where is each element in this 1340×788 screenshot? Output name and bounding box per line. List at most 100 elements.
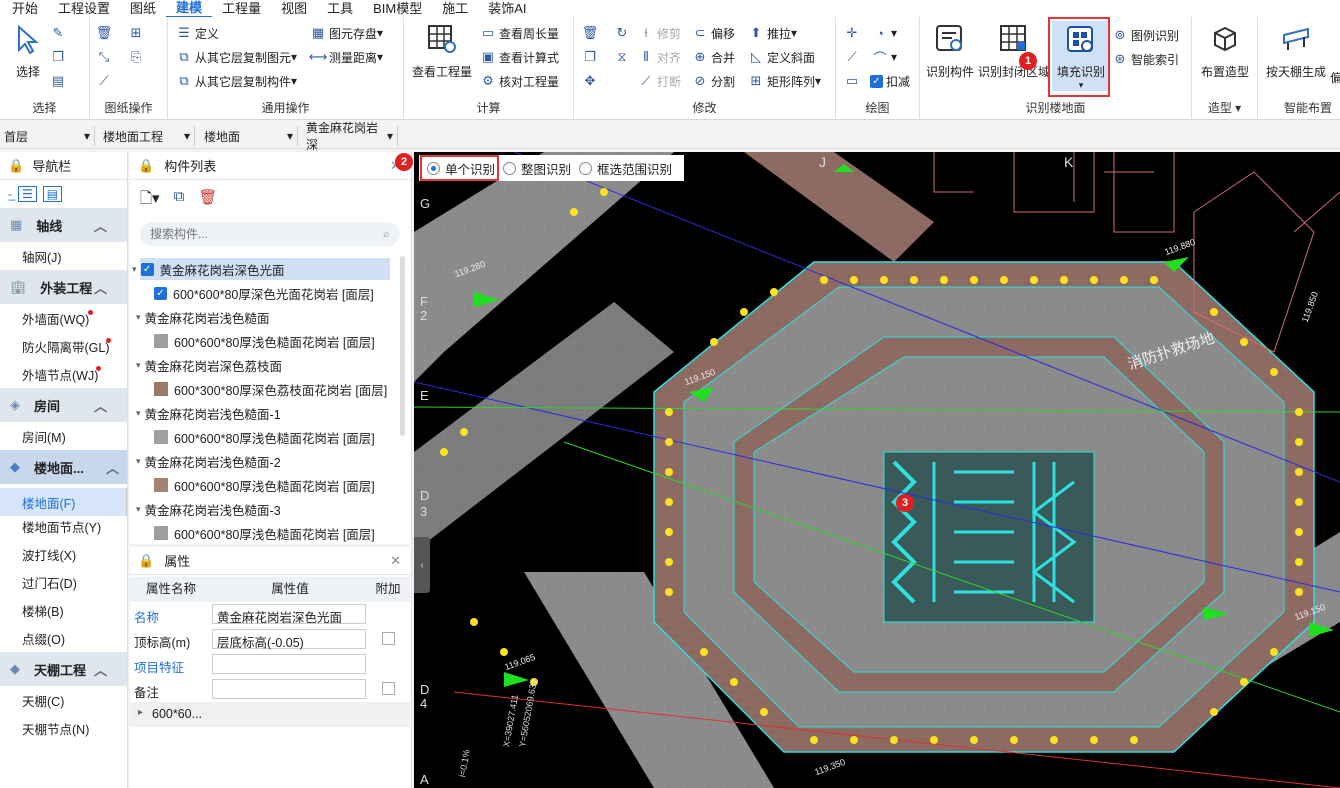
mirror-icon[interactable]: ⧖ xyxy=(614,47,633,67)
tree-group[interactable]: ▾ ✓ 黄金麻花岗岩深色光面 xyxy=(132,258,390,280)
tree-child[interactable]: 600*600*80厚浅色糙面花岗岩 [面层] xyxy=(154,426,375,448)
circle-icon[interactable]: ◔ ▾ xyxy=(872,23,897,43)
store-button[interactable]: ▦ 图元存盘 ▾ xyxy=(310,23,383,43)
ceiling-gen-button[interactable]: 按天棚生成 xyxy=(1264,21,1328,80)
collapse-panel-handle[interactable]: ‹ xyxy=(414,537,430,593)
menu-quantity[interactable]: 工程量 xyxy=(212,0,271,17)
menu-construction[interactable]: 施工 xyxy=(432,0,478,17)
nav-item-ceiling-node[interactable]: 天棚节点(N) xyxy=(0,714,127,742)
menu-project-settings[interactable]: 工程设置 xyxy=(48,0,120,17)
measure-button[interactable]: ⟷ 测量距离 ▾ xyxy=(309,47,383,67)
align-button[interactable]: ⫴ 对齐 xyxy=(638,47,681,67)
nav-cat-floor[interactable]: ◆ 楼地面... ︿ xyxy=(0,450,127,484)
search-input[interactable] xyxy=(150,227,350,241)
checkbox-checked[interactable]: ✓ xyxy=(140,262,154,276)
copy-component-icon[interactable]: ⧉ xyxy=(174,188,185,213)
view-formula-button[interactable]: ▣ 查看计算式 xyxy=(480,47,559,67)
nav-item-threshold[interactable]: 过门石(D) xyxy=(0,568,127,596)
move-icon[interactable]: ✥ xyxy=(582,71,601,91)
offset-button[interactable]: ⊂ 偏移 xyxy=(692,23,735,43)
elevation-value-field[interactable]: 层底标高(-0.05) xyxy=(212,629,366,650)
menu-decoration-ai[interactable]: 装饰AI xyxy=(478,0,536,17)
line-icon[interactable]: ⟋ xyxy=(96,71,115,91)
nav-item-ceiling[interactable]: 天棚(C) xyxy=(0,686,127,714)
menu-drawing[interactable]: 图纸 xyxy=(120,0,166,17)
tree-group[interactable]: ▾ 黄金麻花岗岩浅色糙面-1 xyxy=(130,402,390,424)
pick-icon[interactable]: ✎ xyxy=(50,23,69,43)
nav-item-stairs[interactable]: 楼梯(B) xyxy=(0,596,127,624)
legend-identify-button[interactable]: ⊚ 图例识别 xyxy=(1112,25,1179,45)
tree-child[interactable]: 600*600*80厚浅色糙面花岗岩 [面层] xyxy=(154,330,375,352)
point-icon[interactable]: ✛ xyxy=(844,23,863,43)
extra-button[interactable]: 偏 xyxy=(1330,67,1340,87)
grid-icon[interactable]: ⊞ xyxy=(128,23,147,43)
slope-button[interactable]: ◺ 定义斜面 xyxy=(748,47,815,67)
delete-drawing-icon[interactable]: 🗑 xyxy=(96,23,115,43)
rotate-icon[interactable]: ↻ xyxy=(614,23,633,43)
arc-icon[interactable]: ⌒ ▾ xyxy=(872,47,897,67)
deduct-checkbox[interactable]: ✓ 扣减 xyxy=(870,71,910,91)
push-button[interactable]: ⬆ 推拉 ▾ xyxy=(748,23,798,43)
nav-item-firebreak[interactable]: 防火隔离带(GL) xyxy=(0,332,127,360)
tree-group[interactable]: ▾ 黄金麻花岗岩浅色糙面 xyxy=(130,306,390,328)
trim-button[interactable]: ⟊ 修剪 xyxy=(638,23,681,43)
split-button[interactable]: ⊘ 分割 xyxy=(692,71,735,91)
category-select[interactable]: 楼地面工程 ▾ xyxy=(99,126,195,146)
menu-view[interactable]: 视图 xyxy=(271,0,317,17)
checkbox-checked[interactable]: ✓ xyxy=(154,286,167,300)
nav-cat-ceiling[interactable]: ◆ 天棚工程 ︿ xyxy=(0,652,127,686)
component-select[interactable]: 黄金麻花岗岩深 ▾ xyxy=(302,121,398,152)
copy-icon[interactable]: ❐ xyxy=(50,47,69,67)
component-search[interactable]: ⌕ xyxy=(140,222,400,246)
floor-select[interactable]: 首层 ▾ xyxy=(0,126,95,146)
delete-icon[interactable]: 🗑 xyxy=(582,23,601,43)
expand-arrow-icon[interactable]: ▾ xyxy=(136,408,141,419)
nav-cat-axis[interactable]: ▦ 轴线 ︿ xyxy=(0,208,127,242)
select-button[interactable]: 选择 xyxy=(10,21,46,80)
copy-from-floor-button[interactable]: ⧉ 从其它层复制图元 ▾ xyxy=(176,47,297,67)
rect-icon[interactable]: ▭ xyxy=(844,71,863,91)
break-button[interactable]: ⟋ 打断 xyxy=(638,71,681,91)
box-identify-label[interactable]: 框选范围识别 xyxy=(597,159,672,178)
check-qty-button[interactable]: ⚙ 核对工程量 xyxy=(480,71,559,91)
tree-group[interactable]: ▾ 黄金麻花岗岩浅色糙面-3 xyxy=(130,498,390,520)
cad-canvas[interactable]: 消防扑救场地 G F 2 E D 3 D 4 J K A 119.280 119… xyxy=(414,152,1340,788)
array-button[interactable]: ⊞ 矩形阵列 ▾ xyxy=(748,71,822,91)
close-icon[interactable]: ✕ xyxy=(390,553,401,569)
elevation-checkbox[interactable] xyxy=(382,632,395,645)
expand-arrow-icon[interactable]: ▾ xyxy=(136,504,141,515)
search-icon[interactable]: ⌕ xyxy=(383,227,390,242)
tree-group[interactable]: ▾ 黄金麻花岗岩浅色糙面-2 xyxy=(130,450,390,472)
nav-item-room[interactable]: 房间(M) xyxy=(0,422,127,450)
nav-item-wall-node[interactable]: 外墙节点(WJ) xyxy=(0,360,127,388)
whole-identify-radio[interactable] xyxy=(503,161,517,175)
copy-component-button[interactable]: ⧉ 从其它层复制构件 ▾ xyxy=(176,71,297,91)
smart-index-button[interactable]: ⊛ 智能索引 xyxy=(1112,49,1179,69)
merge-button[interactable]: ⊕ 合并 xyxy=(692,47,735,67)
delete-component-icon[interactable]: 🗑 xyxy=(198,188,217,213)
scale-icon[interactable]: ⤡ xyxy=(96,47,115,67)
filter-icon[interactable]: ▤ xyxy=(50,71,69,91)
new-component-icon[interactable]: 🗋▾ xyxy=(140,188,160,213)
identify-comp-button[interactable]: 识别构件 xyxy=(922,21,978,80)
note-checkbox[interactable] xyxy=(382,682,395,695)
view-qty-button[interactable]: 查看工程量 xyxy=(410,21,474,80)
collapse-icon[interactable]: -̲ xyxy=(8,187,12,201)
menu-start[interactable]: 开始 xyxy=(2,0,48,17)
menu-bim[interactable]: BIM模型 xyxy=(363,0,432,17)
menu-modeling[interactable]: 建模 xyxy=(166,0,213,18)
box-identify-radio[interactable] xyxy=(579,161,593,175)
nav-cat-room[interactable]: ◈ 房间 ︿ xyxy=(0,388,127,422)
copy2-icon[interactable]: ❐ xyxy=(582,47,601,67)
place-model-button[interactable]: 布置造型 xyxy=(1196,21,1254,80)
view-perimeter-button[interactable]: ▭ 查看周长量 xyxy=(480,23,559,43)
note-value-field[interactable] xyxy=(212,679,366,699)
expand-arrow-icon[interactable]: ▾ xyxy=(136,456,141,467)
tree-child[interactable]: 600*600*80厚浅色糙面花岗岩 [面层] xyxy=(154,474,375,496)
nav-cat-exterior[interactable]: 🏢 外装工程 ︿ xyxy=(0,270,127,304)
tree-child[interactable]: ✓ 600*600*80厚深色光面花岗岩 [面层] xyxy=(154,282,374,304)
expand-arrow-icon[interactable]: ▾ xyxy=(136,360,141,371)
name-value-field[interactable]: 黄金麻花岗岩深色光面 xyxy=(212,604,366,625)
tree-group[interactable]: ▾ 黄金麻花岗岩深色荔枝面 xyxy=(130,354,390,376)
nav-item-accent[interactable]: 点缀(O) xyxy=(0,624,127,652)
